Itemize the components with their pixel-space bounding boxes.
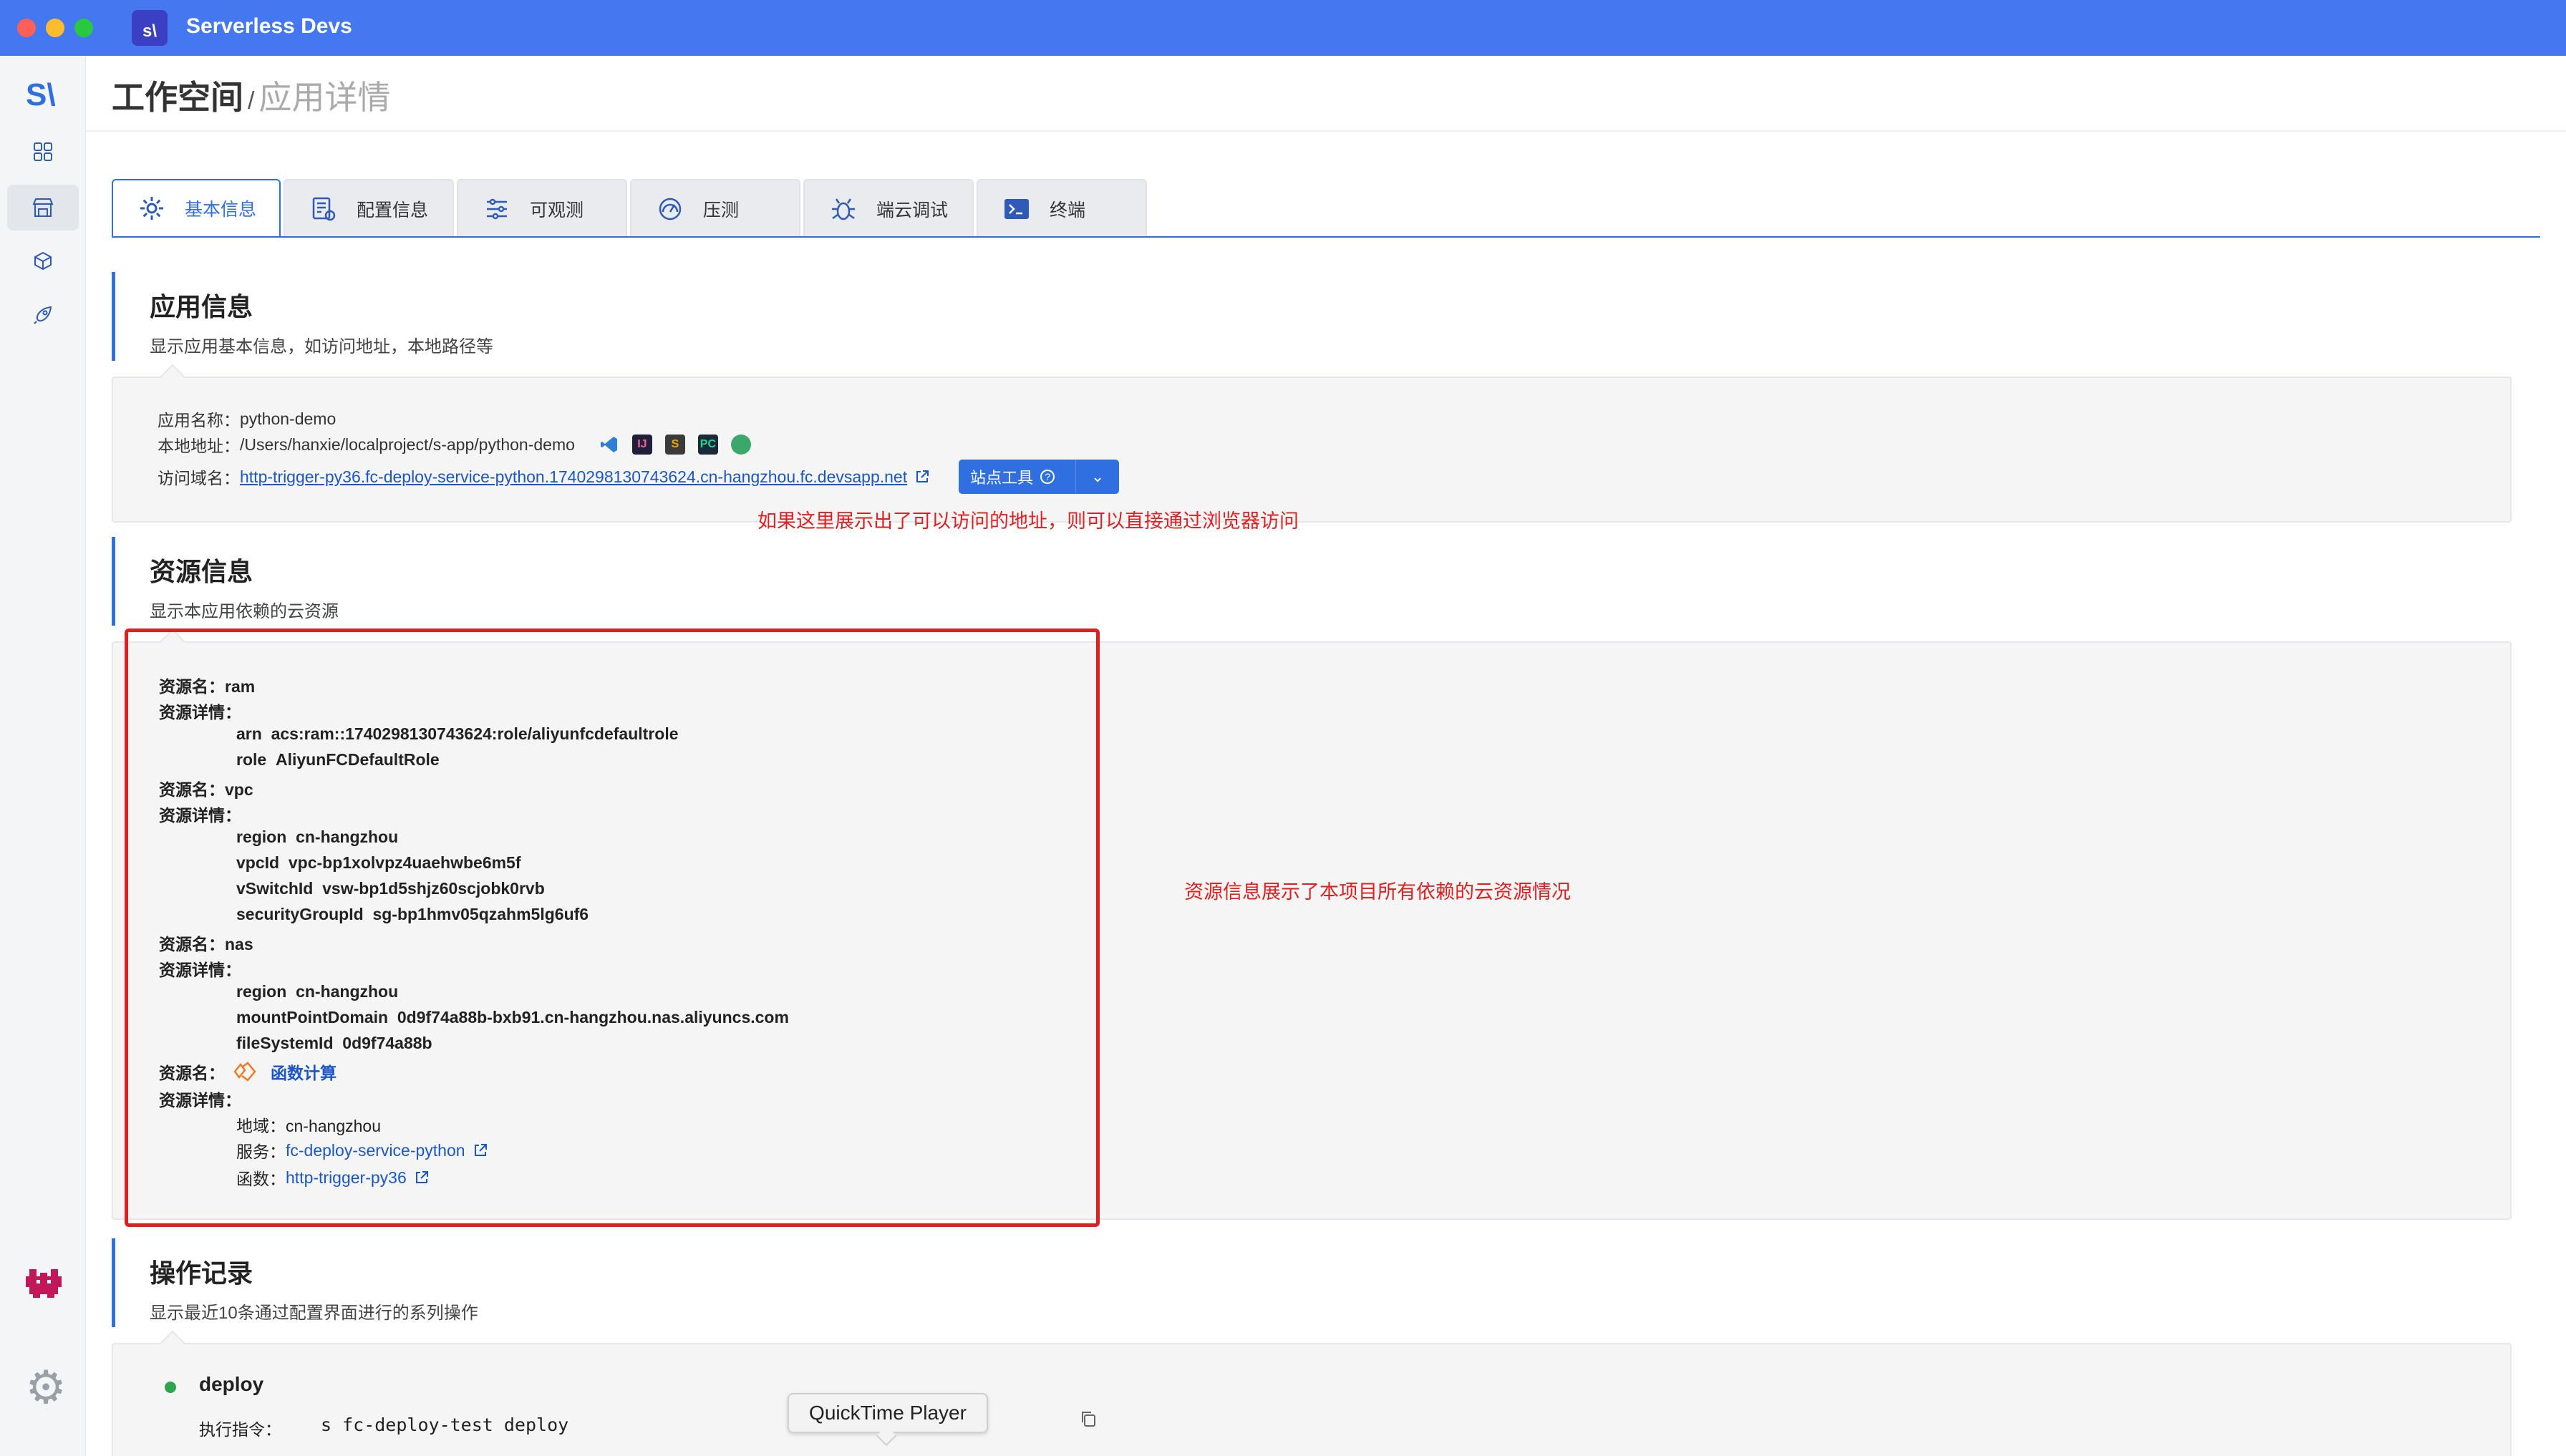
external-link-icon[interactable] xyxy=(914,469,930,485)
operations-subtitle: 显示最近10条通过配置界面进行的系列操作 xyxy=(150,1304,478,1323)
app-logo-icon: s\ xyxy=(132,10,168,46)
local-path-row: 本地地址： /Users/hanxie/localproject/s-app/p… xyxy=(158,432,751,457)
observe-icon xyxy=(480,192,514,226)
sidebar-item-grid[interactable] xyxy=(29,137,57,166)
minimize-window-button[interactable] xyxy=(46,19,64,37)
tab-label: 配置信息 xyxy=(357,200,429,220)
status-dot xyxy=(165,1382,176,1393)
breadcrumb-page: 应用详情 xyxy=(258,79,391,116)
site-tools-button[interactable]: 站点工具? ⌄ xyxy=(959,460,1120,494)
settings-gear-icon[interactable]: ⚙ xyxy=(24,1364,67,1410)
browser-icon[interactable] xyxy=(730,435,751,455)
breadcrumb-workspace[interactable]: 工作空间 xyxy=(112,79,243,116)
operation-command: s fc-deploy-test deploy xyxy=(321,1414,569,1435)
app-info-title: 应用信息 xyxy=(150,292,253,321)
tab-label: 压测 xyxy=(703,200,740,220)
sidebar-item-rocket[interactable] xyxy=(29,301,57,329)
app-window: s\ Serverless Devs S\ ⚙ 工作空间 / 应用详情 基本信息… xyxy=(0,0,2566,1456)
access-hint-annotation: 如果这里展示出了可以访问的地址，则可以直接通过浏览器访问 xyxy=(757,510,1299,532)
pycharm-icon[interactable]: PC xyxy=(697,435,718,455)
operation-command-label: 执行指令： xyxy=(199,1420,281,1439)
rocket-icon xyxy=(34,306,52,324)
site-tools-label: 站点工具 xyxy=(970,469,1034,487)
sidebar-item-cube[interactable] xyxy=(29,246,57,275)
access-domain-link[interactable]: http-trigger-py36.fc-deploy-service-pyth… xyxy=(240,467,907,487)
tab-baseline xyxy=(112,236,2540,238)
vscode-icon[interactable] xyxy=(599,435,619,455)
access-domain-row: 访问域名： http-trigger-py36.fc-deploy-servic… xyxy=(158,460,1120,494)
window-title: Serverless Devs xyxy=(186,14,352,38)
local-path-label: 本地地址： xyxy=(158,437,240,455)
copy-icon[interactable] xyxy=(1078,1409,1098,1429)
pixel-logo-icon xyxy=(26,1266,62,1301)
intellij-icon[interactable]: IJ xyxy=(631,435,652,455)
tab-basic-info[interactable]: 基本信息 xyxy=(112,179,281,238)
app-name-label: 应用名称： xyxy=(158,411,240,429)
sidebar: S\ ⚙ xyxy=(0,56,86,1456)
terminal-icon xyxy=(999,192,1034,226)
operations-title: 操作记录 xyxy=(150,1258,253,1288)
cube-icon xyxy=(34,251,52,271)
tab-pressure-test[interactable]: 压测 xyxy=(630,179,800,238)
gear-icon xyxy=(135,191,169,225)
resource-highlight-box xyxy=(125,628,1100,1227)
tab-label: 端云调试 xyxy=(876,200,949,220)
breadcrumb-separator: / xyxy=(248,87,255,115)
operations-header: 操作记录 显示最近10条通过配置界面进行的系列操作 xyxy=(112,1238,478,1327)
debug-icon xyxy=(826,192,861,226)
app-info-header: 应用信息 显示应用基本信息，如访问地址，本地路径等 xyxy=(112,272,493,361)
sidebar-logo[interactable]: S\ xyxy=(26,77,56,113)
sublime-icon[interactable]: S xyxy=(664,435,685,455)
resource-info-title: 资源信息 xyxy=(150,557,253,586)
resource-info-header: 资源信息 显示本应用依赖的云资源 xyxy=(112,537,339,626)
zoom-window-button[interactable] xyxy=(74,19,93,37)
resource-hint-annotation: 资源信息展示了本项目所有依赖的云资源情况 xyxy=(1184,881,1571,903)
tab-label: 可观测 xyxy=(530,200,584,220)
tab-cloud-debug[interactable]: 端云调试 xyxy=(803,179,974,238)
title-bar: s\ Serverless Devs xyxy=(0,0,2566,56)
config-icon xyxy=(306,192,341,226)
access-domain-label: 访问域名： xyxy=(158,469,240,487)
close-window-button[interactable] xyxy=(17,19,36,37)
sidebar-item-store[interactable] xyxy=(29,193,57,222)
header-divider xyxy=(86,130,2566,132)
app-name-row: 应用名称： python-demo xyxy=(158,407,336,431)
breadcrumb: 工作空间 / 应用详情 xyxy=(112,72,390,119)
app-name-value: python-demo xyxy=(240,409,337,428)
tab-label: 基本信息 xyxy=(185,200,257,220)
tab-bar: 基本信息 配置信息 可观测 压测 端云调试 终端 xyxy=(112,179,1150,238)
tab-observability[interactable]: 可观测 xyxy=(457,179,627,238)
grid-icon xyxy=(34,142,52,161)
help-circle-icon: ? xyxy=(1040,470,1055,484)
app-info-subtitle: 显示应用基本信息，如访问地址，本地路径等 xyxy=(150,337,493,356)
operations-panel xyxy=(112,1330,2512,1456)
pressure-icon xyxy=(653,192,687,226)
store-icon xyxy=(32,198,54,217)
tab-terminal[interactable]: 终端 xyxy=(977,179,1147,238)
resource-info-subtitle: 显示本应用依赖的云资源 xyxy=(150,602,339,621)
local-path-value: /Users/hanxie/localproject/s-app/python-… xyxy=(240,435,575,454)
tab-label: 终端 xyxy=(1050,200,1086,220)
tab-config-info[interactable]: 配置信息 xyxy=(284,179,454,238)
app-info-panel: 应用名称： python-demo 本地地址： /Users/hanxie/lo… xyxy=(112,364,2512,523)
chevron-down-icon[interactable]: ⌄ xyxy=(1076,467,1119,486)
operation-name: deploy xyxy=(199,1373,264,1395)
